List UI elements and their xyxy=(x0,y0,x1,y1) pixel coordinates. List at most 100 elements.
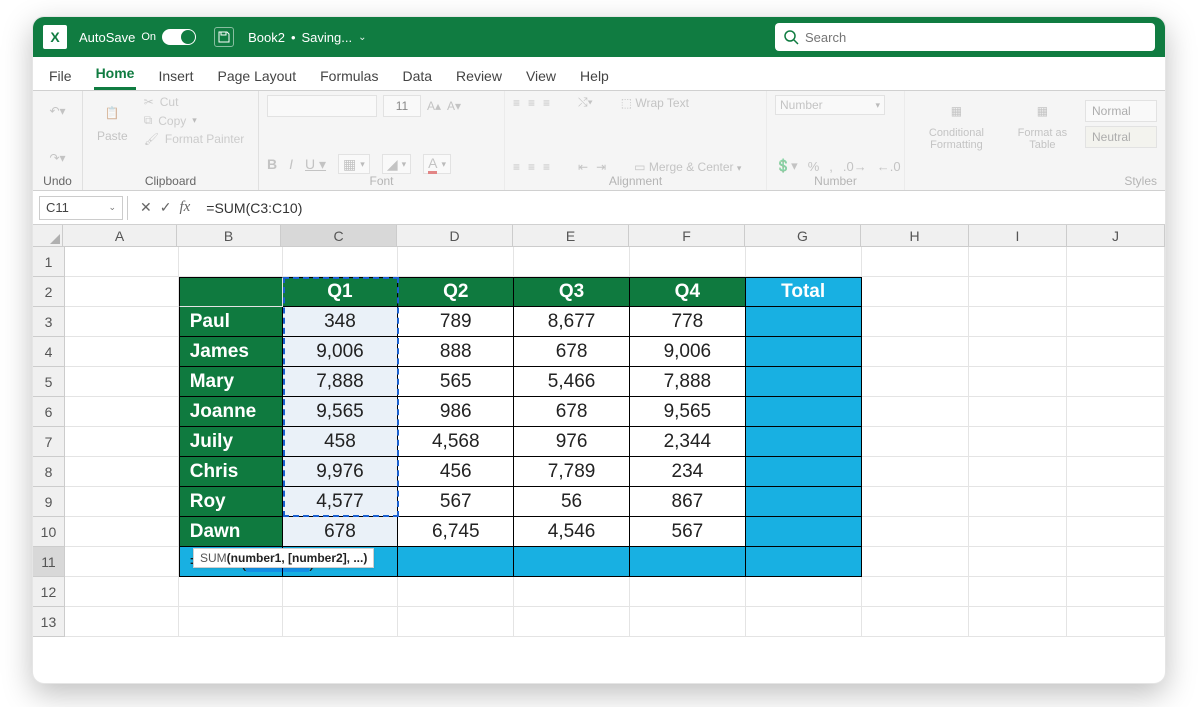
cut-button[interactable]: ✂Cut xyxy=(144,95,245,109)
cell-F7[interactable]: 2,344 xyxy=(630,427,746,457)
cell-H10[interactable] xyxy=(862,517,970,547)
fill-color-button[interactable]: ◢ ▾ xyxy=(382,154,411,174)
percent-format-icon[interactable]: % xyxy=(808,159,820,174)
cell-A7[interactable] xyxy=(65,427,179,457)
cell-E3[interactable]: 8,677 xyxy=(514,307,630,337)
cell-F9[interactable]: 867 xyxy=(630,487,746,517)
cell-I1[interactable] xyxy=(969,247,1067,277)
cell-G11[interactable] xyxy=(746,547,862,577)
undo-button[interactable]: ↶▾ xyxy=(41,95,74,127)
format-painter-button[interactable]: 🖌Format Painter xyxy=(144,132,245,146)
cell-D8[interactable]: 456 xyxy=(398,457,514,487)
decrease-indent-icon[interactable]: ⇤ xyxy=(578,160,588,174)
cell-G1[interactable] xyxy=(746,247,862,277)
tab-file[interactable]: File xyxy=(47,62,74,90)
merge-center-button[interactable]: ▭ Merge & Center ▾ xyxy=(634,160,741,174)
cell-G3[interactable] xyxy=(746,307,862,337)
cell-B6[interactable]: Joanne xyxy=(179,397,283,427)
row-header-8[interactable]: 8 xyxy=(33,457,65,487)
cell-H6[interactable] xyxy=(862,397,970,427)
underline-button[interactable]: U ▾ xyxy=(305,156,326,173)
tab-page-layout[interactable]: Page Layout xyxy=(215,62,298,90)
cell-I9[interactable] xyxy=(969,487,1067,517)
row-header-7[interactable]: 7 xyxy=(33,427,65,457)
cell-E4[interactable]: 678 xyxy=(514,337,630,367)
align-left-icon[interactable]: ≡ xyxy=(513,160,520,174)
cell-E9[interactable]: 56 xyxy=(514,487,630,517)
increase-decimal-icon[interactable]: .0→ xyxy=(843,159,867,174)
bold-button[interactable]: B xyxy=(267,156,277,172)
cell-C5[interactable]: 7,888 xyxy=(283,367,399,397)
cell-I12[interactable] xyxy=(969,577,1067,607)
cell-F3[interactable]: 778 xyxy=(630,307,746,337)
cell-I4[interactable] xyxy=(969,337,1067,367)
cell-F1[interactable] xyxy=(630,247,746,277)
cell-C8[interactable]: 9,976 xyxy=(283,457,399,487)
cell-A4[interactable] xyxy=(65,337,179,367)
cell-J4[interactable] xyxy=(1067,337,1165,367)
cell-A13[interactable] xyxy=(65,607,179,637)
cell-E11[interactable] xyxy=(514,547,630,577)
cell-A11[interactable] xyxy=(65,547,179,577)
column-header-D[interactable]: D xyxy=(397,225,513,246)
row-header-3[interactable]: 3 xyxy=(33,307,65,337)
accounting-format-icon[interactable]: 💲▾ xyxy=(775,158,798,174)
cell-B8[interactable]: Chris xyxy=(179,457,283,487)
number-format-select[interactable]: Number▾ xyxy=(775,95,885,115)
cell-A6[interactable] xyxy=(65,397,179,427)
cell-C13[interactable] xyxy=(283,607,399,637)
cell-D3[interactable]: 789 xyxy=(398,307,514,337)
cell-F13[interactable] xyxy=(630,607,746,637)
cell-D11[interactable] xyxy=(398,547,514,577)
cell-I10[interactable] xyxy=(969,517,1067,547)
cell-F5[interactable]: 7,888 xyxy=(630,367,746,397)
cell-E7[interactable]: 976 xyxy=(514,427,630,457)
cell-G10[interactable] xyxy=(746,517,862,547)
column-header-G[interactable]: G xyxy=(745,225,861,246)
cell-D13[interactable] xyxy=(398,607,514,637)
row-header-4[interactable]: 4 xyxy=(33,337,65,367)
wrap-text-button[interactable]: ⬚ Wrap Text xyxy=(621,96,689,110)
font-size-select[interactable] xyxy=(383,95,421,117)
cell-G6[interactable] xyxy=(746,397,862,427)
cell-A10[interactable] xyxy=(65,517,179,547)
cell-A5[interactable] xyxy=(65,367,179,397)
cell-C10[interactable]: 678 xyxy=(283,517,399,547)
cell-G9[interactable] xyxy=(746,487,862,517)
cell-F10[interactable]: 567 xyxy=(630,517,746,547)
cell-D12[interactable] xyxy=(398,577,514,607)
cell-A2[interactable] xyxy=(65,277,179,307)
cell-H8[interactable] xyxy=(862,457,970,487)
autosave-toggle[interactable]: AutoSave On xyxy=(79,29,196,45)
cell-H2[interactable] xyxy=(862,277,970,307)
cell-I7[interactable] xyxy=(969,427,1067,457)
formula-input[interactable]: =SUM(C3:C10) xyxy=(198,200,1165,216)
cell-G2[interactable]: Total xyxy=(746,277,862,307)
orientation-icon[interactable]: ⤭▾ xyxy=(578,95,593,110)
cell-C4[interactable]: 9,006 xyxy=(283,337,399,367)
document-title[interactable]: Book2 • Saving... ⌄ xyxy=(248,30,366,45)
cell-I5[interactable] xyxy=(969,367,1067,397)
cell-A12[interactable] xyxy=(65,577,179,607)
column-header-I[interactable]: I xyxy=(969,225,1067,246)
cell-A1[interactable] xyxy=(65,247,179,277)
align-top-icon[interactable]: ≡ xyxy=(513,96,520,110)
cell-H12[interactable] xyxy=(862,577,970,607)
cell-I3[interactable] xyxy=(969,307,1067,337)
toggle-switch-icon[interactable] xyxy=(162,29,196,45)
save-icon[interactable] xyxy=(214,27,234,47)
cell-J5[interactable] xyxy=(1067,367,1165,397)
cell-D7[interactable]: 4,568 xyxy=(398,427,514,457)
cell-G4[interactable] xyxy=(746,337,862,367)
cell-C2[interactable]: Q1 xyxy=(283,277,399,307)
align-bottom-icon[interactable]: ≡ xyxy=(543,96,550,110)
cell-H11[interactable] xyxy=(862,547,970,577)
cell-J7[interactable] xyxy=(1067,427,1165,457)
cell-D4[interactable]: 888 xyxy=(398,337,514,367)
column-header-J[interactable]: J xyxy=(1067,225,1165,246)
column-header-A[interactable]: A xyxy=(63,225,177,246)
tab-help[interactable]: Help xyxy=(578,62,611,90)
row-header-9[interactable]: 9 xyxy=(33,487,65,517)
cell-I6[interactable] xyxy=(969,397,1067,427)
cell-G5[interactable] xyxy=(746,367,862,397)
